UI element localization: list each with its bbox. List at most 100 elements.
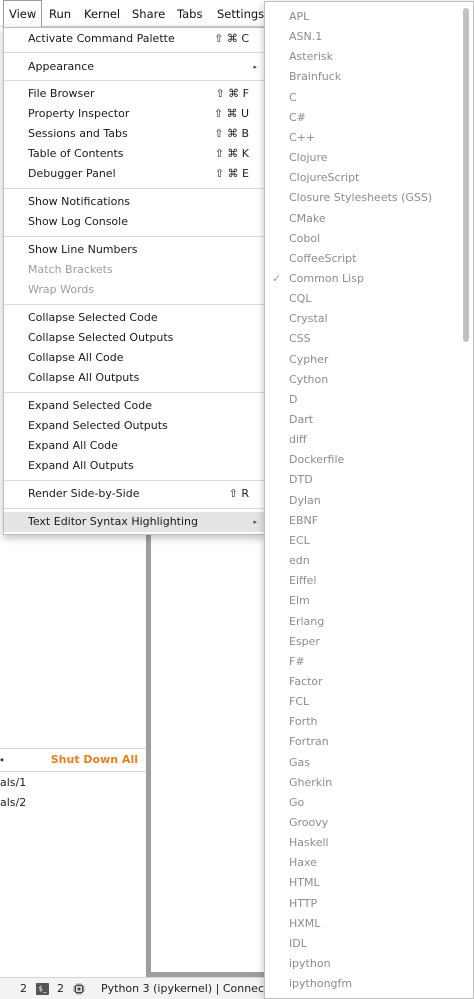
language-item[interactable]: Eiffel: [265, 571, 461, 591]
checkmark-icon: ✓: [272, 271, 282, 285]
menu-expand-all-outputs[interactable]: Expand All Outputs: [4, 456, 264, 476]
language-label: C++: [289, 130, 316, 144]
language-item[interactable]: HXML: [265, 914, 461, 934]
language-item[interactable]: DTD: [265, 470, 461, 490]
language-label: CMake: [289, 211, 326, 225]
language-item[interactable]: ipython: [265, 954, 461, 974]
menu-separator: [4, 304, 264, 305]
language-item[interactable]: Clojure: [265, 148, 461, 168]
menubar-share[interactable]: Share: [127, 0, 170, 27]
language-label: Closure Stylesheets (GSS): [289, 191, 433, 205]
session-item[interactable]: als/1: [0, 774, 26, 792]
menubar-run[interactable]: Run: [44, 0, 76, 27]
language-item[interactable]: Elm: [265, 591, 461, 611]
menu-expand-selected-outputs[interactable]: Expand Selected Outputs: [4, 416, 264, 436]
language-item[interactable]: ASN.1: [265, 27, 461, 47]
language-item[interactable]: CMake: [265, 209, 461, 229]
language-item[interactable]: IDL: [265, 934, 461, 954]
menu-collapse-all-code[interactable]: Collapse All Code: [4, 348, 264, 368]
language-item[interactable]: Go: [265, 793, 461, 813]
language-item[interactable]: C++: [265, 128, 461, 148]
language-item[interactable]: Haskell: [265, 833, 461, 853]
language-item[interactable]: Crystal: [265, 309, 461, 329]
menubar-view[interactable]: View: [3, 0, 43, 27]
menu-debugger-panel[interactable]: Debugger Panel ⇧ ⌘ E: [4, 164, 264, 184]
menu-sessions-and-tabs[interactable]: Sessions and Tabs ⇧ ⌘ B: [4, 124, 264, 144]
language-item[interactable]: Gherkin: [265, 773, 461, 793]
language-label: Cython: [289, 372, 329, 386]
language-item[interactable]: F#: [265, 652, 461, 672]
menubar-tabs[interactable]: Tabs: [172, 0, 207, 27]
language-item[interactable]: Brainfuck: [265, 67, 461, 87]
language-label: Dylan: [289, 493, 321, 507]
shutdown-all-button[interactable]: Shut Down All: [51, 753, 138, 766]
menu-collapse-selected-code[interactable]: Collapse Selected Code: [4, 308, 264, 328]
language-item[interactable]: Cobol: [265, 229, 461, 249]
language-label: Common Lisp: [289, 271, 364, 285]
status-count-terminals[interactable]: 2: [20, 978, 27, 999]
language-item[interactable]: ECL: [265, 531, 461, 551]
kernel-status-text[interactable]: Python 3 (ipykernel) | Connecting: [101, 978, 285, 999]
language-item[interactable]: ipythongfm: [265, 974, 461, 994]
menu-file-browser[interactable]: File Browser ⇧ ⌘ F: [4, 84, 264, 104]
language-item[interactable]: diff: [265, 430, 461, 450]
menubar-kernel[interactable]: Kernel: [79, 0, 125, 27]
language-item[interactable]: Groovy: [265, 813, 461, 833]
menu-show-log-console[interactable]: Show Log Console: [4, 212, 264, 232]
language-label: FCL: [289, 695, 310, 709]
menu-text-editor-syntax-highlighting[interactable]: Text Editor Syntax Highlighting ▸: [4, 512, 264, 532]
menu-render-side-by-side[interactable]: Render Side-by-Side ⇧ R: [4, 484, 264, 504]
language-item[interactable]: ✓ Common Lisp: [265, 269, 461, 289]
language-item[interactable]: edn: [265, 551, 461, 571]
language-item[interactable]: D: [265, 390, 461, 410]
menu-collapse-selected-outputs[interactable]: Collapse Selected Outputs: [4, 328, 264, 348]
language-item[interactable]: HTTP: [265, 894, 461, 914]
language-item[interactable]: Esper: [265, 632, 461, 652]
language-item[interactable]: Forth: [265, 712, 461, 732]
language-label: edn: [289, 554, 310, 568]
menu-separator: [4, 52, 264, 53]
menu-table-of-contents[interactable]: Table of Contents ⇧ ⌘ K: [4, 144, 264, 164]
menu-separator: [4, 392, 264, 393]
language-item[interactable]: APL: [265, 7, 461, 27]
language-item[interactable]: Dockerfile: [265, 450, 461, 470]
language-item[interactable]: Cypher: [265, 350, 461, 370]
menu-collapse-all-outputs[interactable]: Collapse All Outputs: [4, 368, 264, 388]
language-label: ECL: [289, 533, 310, 547]
language-label: ipythongfm: [289, 977, 353, 991]
kernel-chip-icon: [73, 983, 85, 995]
language-item[interactable]: C#: [265, 108, 461, 128]
chevron-right-icon: ▸: [253, 63, 257, 71]
status-count-kernels[interactable]: 2: [57, 978, 64, 999]
language-item[interactable]: Fortran: [265, 732, 461, 752]
submenu-scrollbar[interactable]: [463, 8, 469, 342]
menu-show-notifications[interactable]: Show Notifications: [4, 192, 264, 212]
language-item[interactable]: Gas: [265, 753, 461, 773]
menu-expand-all-code[interactable]: Expand All Code: [4, 436, 264, 456]
menu-activate-command-palette[interactable]: Activate Command Palette ⇧ ⌘ C: [4, 29, 264, 49]
menu-expand-selected-code[interactable]: Expand Selected Code: [4, 396, 264, 416]
language-item[interactable]: Erlang: [265, 612, 461, 632]
language-item[interactable]: Asterisk: [265, 47, 461, 67]
language-item[interactable]: Haxe: [265, 853, 461, 873]
language-item[interactable]: CSS: [265, 329, 461, 349]
language-item[interactable]: ClojureScript: [265, 168, 461, 188]
language-item[interactable]: EBNF: [265, 511, 461, 531]
language-label: Crystal: [289, 312, 328, 326]
language-item[interactable]: HTML: [265, 873, 461, 893]
language-item[interactable]: Cython: [265, 370, 461, 390]
language-item[interactable]: Closure Stylesheets (GSS): [265, 188, 461, 208]
menu-property-inspector[interactable]: Property Inspector ⇧ ⌘ U: [4, 104, 264, 124]
language-item[interactable]: FCL: [265, 692, 461, 712]
menu-show-line-numbers[interactable]: Show Line Numbers: [4, 240, 264, 260]
language-item[interactable]: Dart: [265, 410, 461, 430]
language-item[interactable]: Dylan: [265, 491, 461, 511]
session-item[interactable]: als/2: [0, 794, 26, 812]
menu-match-brackets: Match Brackets: [28, 263, 113, 276]
language-item[interactable]: Factor: [265, 672, 461, 692]
menu-appearance[interactable]: Appearance ▸: [4, 57, 264, 77]
menubar-settings[interactable]: Settings: [212, 0, 269, 27]
language-item[interactable]: C: [265, 88, 461, 108]
language-item[interactable]: CQL: [265, 289, 461, 309]
language-item[interactable]: CoffeeScript: [265, 249, 461, 269]
